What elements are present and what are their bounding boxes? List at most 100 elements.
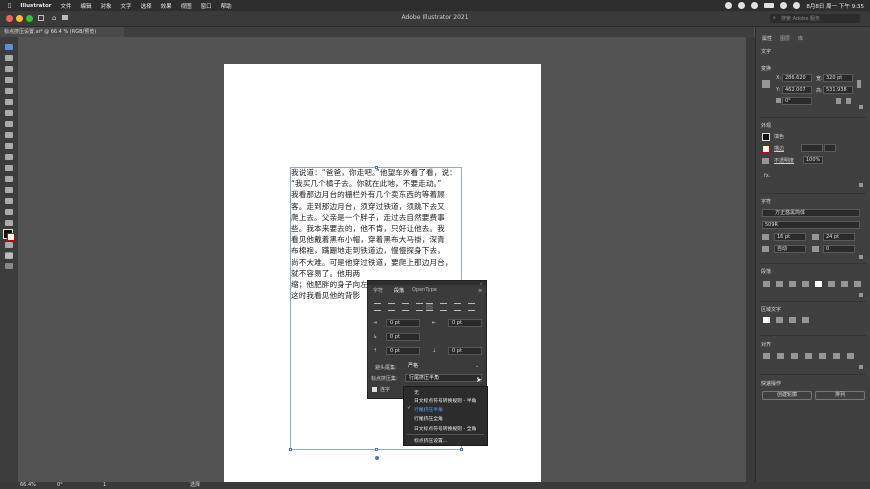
artboard-number[interactable]: 1 [103,482,106,489]
w-input[interactable]: 320 pt [823,74,853,82]
canvas-scrollbar[interactable] [746,37,755,482]
reference-point-icon[interactable] [762,80,770,88]
pencil-tool-icon[interactable] [5,110,13,116]
fill-color-swatch[interactable] [762,133,770,141]
h-input[interactable]: 531.938 [823,86,853,94]
rotate-tool-icon[interactable] [5,132,13,138]
pen-tool-icon[interactable] [5,66,13,72]
mojikumi-select[interactable]: 行尾挤压半角 [405,374,482,382]
justify-center-icon[interactable] [440,303,447,311]
justify-all-icon[interactable] [468,303,475,311]
zoom-level[interactable]: 66.4% [20,482,36,489]
threading-port[interactable] [375,456,379,460]
area-type-vertical-icon[interactable] [776,317,783,323]
flip-vertical-icon[interactable] [846,98,851,104]
menu-item-line-end-half[interactable]: 行尾挤压半角 [414,406,443,413]
stroke-unit-select[interactable] [824,144,836,152]
flip-horizontal-icon[interactable] [836,98,841,104]
align-to-icon[interactable] [847,353,854,359]
blend-tool-icon[interactable] [5,198,13,204]
space-after-input[interactable]: 0 pt [448,347,482,355]
direct-selection-tool-icon[interactable] [5,55,13,61]
justify-all-icon[interactable] [854,281,861,287]
menu-item-none[interactable]: 无 [414,389,419,396]
battery-icon[interactable] [764,3,775,8]
y-input[interactable]: 462.007 [782,86,812,94]
stroke-color-swatch[interactable] [762,145,770,153]
apple-icon[interactable]:  [8,3,11,9]
panel-menu-icon[interactable]: ≡ [478,288,482,294]
justify-left-icon[interactable] [802,281,809,287]
fx-button[interactable]: fx. [764,173,770,179]
frame-handle-bottom[interactable] [375,448,378,451]
panel-header[interactable] [368,281,486,285]
rotation-angle[interactable]: 0° [57,482,63,489]
screen-mode-icon[interactable] [5,263,13,269]
tracking-input[interactable]: 0 [823,245,855,253]
rotate-input[interactable]: 0° [782,97,812,105]
left-indent-input[interactable]: 0 pt [386,319,420,327]
selection-tool-icon[interactable] [5,44,13,50]
wechat-icon[interactable] [751,2,759,9]
document-tab[interactable]: 标点挤压设置.ai* @ 66.4 % (RGB/预览) [0,27,124,37]
align-right-icon[interactable] [402,303,409,311]
menu-app-name[interactable]: Illustrator [20,3,51,9]
more-options-icon[interactable] [859,293,863,297]
align-objects-left-icon[interactable] [763,353,770,359]
more-options-icon[interactable] [859,105,863,109]
wifi-icon[interactable] [780,2,788,9]
space-before-input[interactable]: 0 pt [386,347,420,355]
leading-input[interactable]: 24 pt [823,233,855,241]
symbol-sprayer-tool-icon[interactable] [5,209,13,215]
more-options-icon[interactable] [859,365,863,369]
draw-mode-icon[interactable] [5,252,13,258]
area-type-options-icon[interactable] [763,317,770,323]
frame-handle-bottom-right[interactable] [460,448,463,451]
x-input[interactable]: 286.620 [782,74,812,82]
font-size-input[interactable]: 16 pt [774,233,806,241]
font-style-select[interactable]: 509R [762,221,860,229]
menu-item-line-end-full[interactable]: 行尾挤压全角 [414,415,443,422]
paintbrush-tool-icon[interactable] [5,99,13,105]
eyedropper-tool-icon[interactable] [5,187,13,193]
area-type-rows-icon[interactable] [802,317,809,323]
menu-file[interactable]: 文件 [61,2,72,10]
hyphenate-checkbox[interactable] [372,387,377,392]
create-outlines-button[interactable]: 创建轮廓 [762,391,812,400]
justify-right-icon[interactable] [454,303,461,311]
scale-tool-icon[interactable] [5,143,13,149]
first-line-indent-input[interactable]: 0 pt [386,333,420,341]
menu-effect[interactable]: 效果 [161,2,172,10]
kinsoku-select[interactable]: 严格 [405,363,482,371]
eraser-tool-icon[interactable] [5,154,13,160]
tab-libraries[interactable]: 库 [798,35,803,42]
clock[interactable]: 8月8日 周一 下午 9:35 [806,2,864,10]
status-app-icon-2[interactable] [738,2,746,9]
menu-item-settings[interactable]: 标点挤压设置... [414,437,447,444]
opacity-label[interactable]: 不透明度 [774,157,794,164]
justify-all-lines-icon[interactable] [815,281,822,287]
tab-properties[interactable]: 属性 [762,35,772,42]
shape-builder-tool-icon[interactable] [5,165,13,171]
status-app-icon[interactable] [725,2,733,9]
curvature-tool-icon[interactable] [5,77,13,83]
type-tool-icon[interactable] [5,121,13,127]
align-objects-bottom-icon[interactable] [833,353,840,359]
justify-center-icon[interactable] [828,281,835,287]
menu-view[interactable]: 视图 [181,2,192,10]
align-objects-hcenter-icon[interactable] [777,353,784,359]
frame-handle-bottom-left[interactable] [289,448,292,451]
control-center-icon[interactable] [793,2,801,9]
align-objects-vcenter-icon[interactable] [819,353,826,359]
arrange-button[interactable]: 排列 [815,391,865,400]
gradient-tool-icon[interactable] [5,176,13,182]
menu-object[interactable]: 对象 [101,2,112,10]
tab-character[interactable]: 字符 [373,287,383,294]
area-type-columns-icon[interactable] [789,317,796,323]
hand-tool-icon[interactable] [5,242,13,248]
align-right-icon[interactable] [789,281,796,287]
right-indent-input[interactable]: 0 pt [448,319,482,327]
menu-select[interactable]: 选择 [141,2,152,10]
menu-item-jp-half[interactable]: 日文标点符号转换规则 - 半角 [414,397,476,404]
tab-opentype[interactable]: OpenType [412,287,437,293]
